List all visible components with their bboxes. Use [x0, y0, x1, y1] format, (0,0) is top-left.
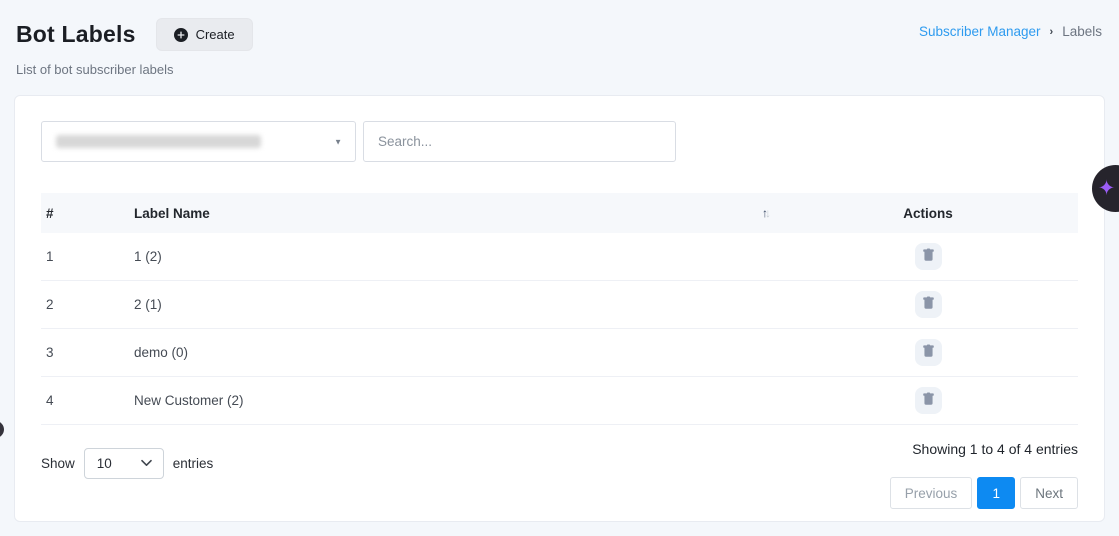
column-header-label-name[interactable]: Label Name ↑↓: [134, 206, 778, 221]
row-index: 1: [41, 249, 134, 264]
table-row: 3 demo (0): [41, 329, 1078, 377]
page-1-button[interactable]: 1: [977, 477, 1015, 509]
search-input[interactable]: [363, 121, 676, 162]
column-header-index[interactable]: #: [41, 206, 134, 221]
page-size-value: 10: [97, 456, 112, 471]
left-edge-widget-button[interactable]: [0, 421, 4, 438]
table-header-row: # Label Name ↑↓ Actions: [41, 193, 1078, 233]
breadcrumb-link-subscriber-manager[interactable]: Subscriber Manager: [919, 24, 1041, 39]
sparkle-icon: ✦: [1098, 178, 1116, 199]
page-size-control: Show 10 entries: [41, 447, 213, 479]
row-index: 2: [41, 297, 134, 312]
next-page-button[interactable]: Next: [1020, 477, 1078, 509]
row-label-name: demo (0): [134, 345, 778, 360]
row-label-name: 2 (1): [134, 297, 778, 312]
show-label: Show: [41, 456, 75, 471]
trash-icon: [922, 248, 935, 265]
row-label-name: 1 (2): [134, 249, 778, 264]
create-button-label: Create: [196, 27, 235, 42]
table-row: 2 2 (1): [41, 281, 1078, 329]
create-button[interactable]: Create: [156, 18, 253, 51]
row-index: 3: [41, 345, 134, 360]
delete-label-button[interactable]: [915, 339, 942, 366]
caret-down-icon: ▼: [334, 137, 342, 146]
delete-label-button[interactable]: [915, 243, 942, 270]
previous-page-button[interactable]: Previous: [890, 477, 973, 509]
trash-icon: [922, 296, 935, 313]
trash-icon: [922, 344, 935, 361]
table-row: 4 New Customer (2): [41, 377, 1078, 425]
table-row: 1 1 (2): [41, 233, 1078, 281]
plus-circle-icon: [174, 28, 188, 42]
labels-table: # Label Name ↑↓ Actions 1 1 (2): [41, 193, 1078, 425]
row-label-name: New Customer (2): [134, 393, 778, 408]
breadcrumb-current: Labels: [1062, 24, 1102, 39]
page-size-select[interactable]: 10: [84, 448, 164, 479]
entries-label: entries: [173, 456, 214, 471]
sort-desc-arrow: ↓: [765, 206, 768, 220]
sort-icon[interactable]: ↑↓: [762, 206, 778, 220]
bot-select-dropdown[interactable]: ▼: [41, 121, 356, 162]
bot-select-value-redacted: [56, 135, 261, 148]
row-index: 4: [41, 393, 134, 408]
chevron-right-icon: ›: [1050, 26, 1054, 38]
trash-icon: [922, 392, 935, 409]
table-footer: Show 10 entries Showing 1 to 4 of 4 entr…: [41, 439, 1078, 509]
column-header-label-name-text: Label Name: [134, 206, 210, 221]
results-summary: Showing 1 to 4 of 4 entries: [912, 441, 1078, 457]
column-header-actions: Actions: [778, 206, 1078, 221]
page-header: Bot Labels Create List of bot subscriber…: [0, 0, 1119, 77]
pagination: Previous 1 Next: [890, 477, 1078, 509]
page-title: Bot Labels: [16, 21, 136, 48]
breadcrumb: Subscriber Manager › Labels: [919, 24, 1102, 39]
page-subtitle: List of bot subscriber labels: [16, 62, 1103, 77]
chevron-down-icon: [141, 460, 152, 467]
delete-label-button[interactable]: [915, 291, 942, 318]
labels-card: ▼ # Label Name ↑↓ Actions 1 1 (2): [14, 95, 1105, 522]
delete-label-button[interactable]: [915, 387, 942, 414]
table-controls: ▼: [41, 121, 1078, 162]
